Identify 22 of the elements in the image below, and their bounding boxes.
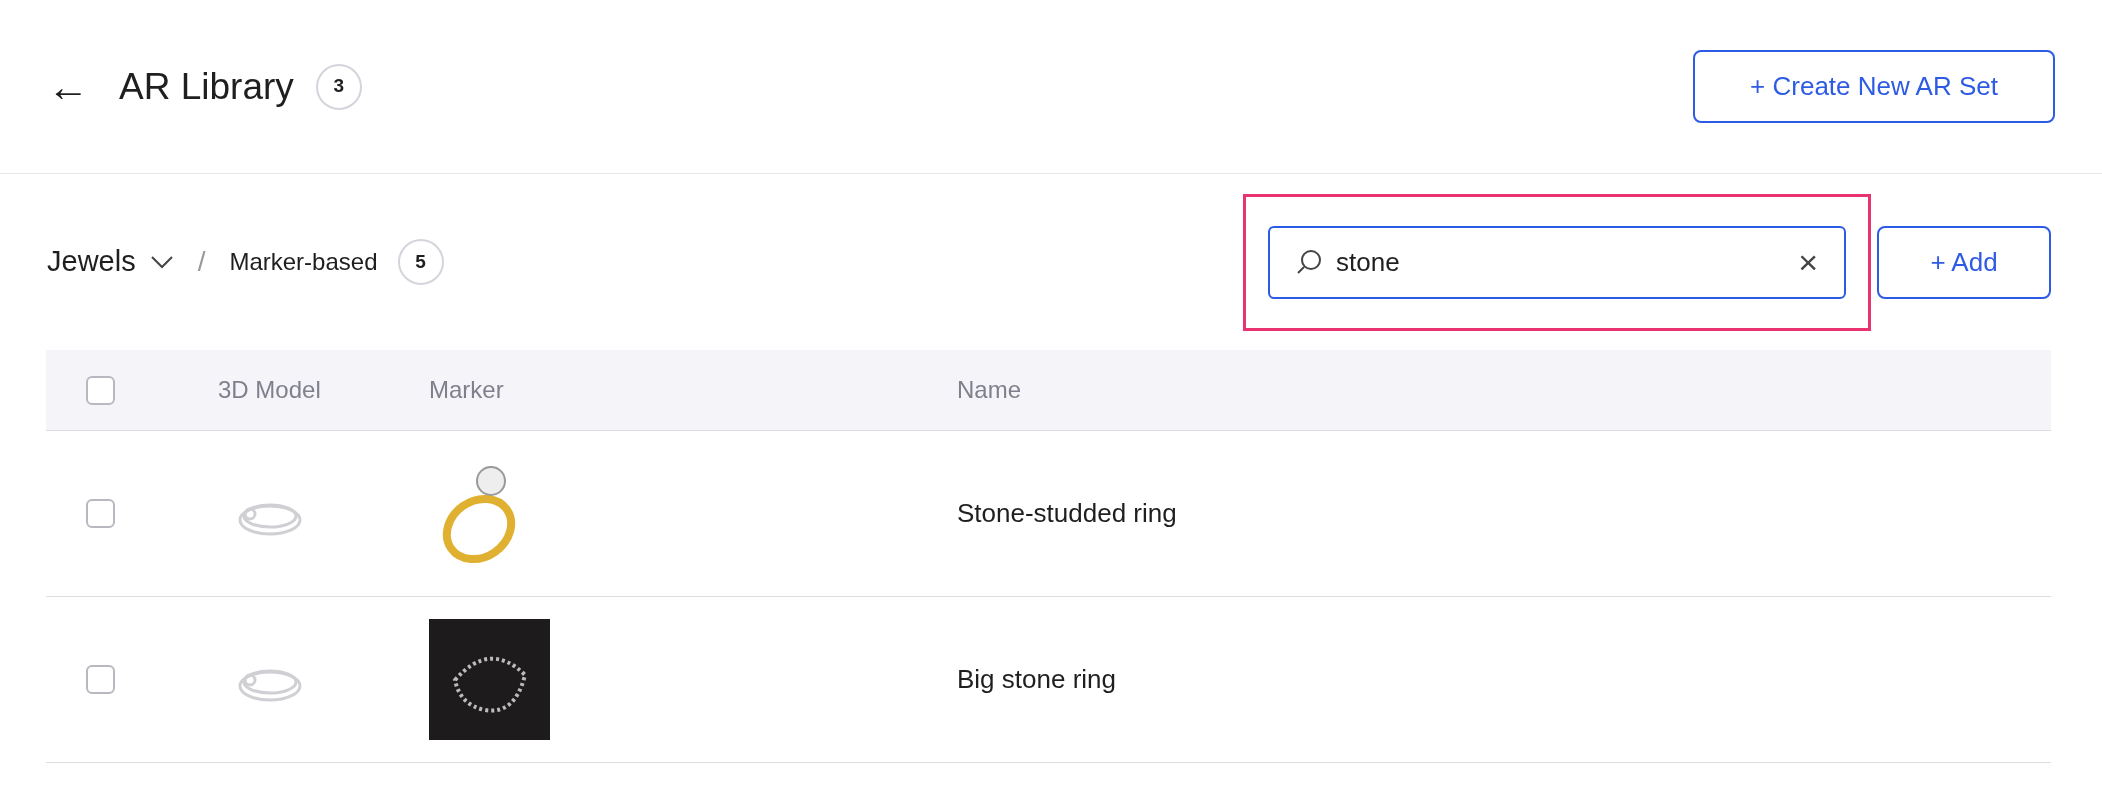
category-dropdown[interactable]: Jewels (47, 240, 174, 284)
chevron-down-icon (149, 255, 174, 269)
column-header: Name (957, 375, 1022, 405)
checkbox[interactable] (86, 375, 115, 405)
column-header: Marker (429, 375, 505, 405)
clear-button[interactable]: × (1798, 245, 1818, 279)
add-button[interactable]: + Add (1877, 225, 2051, 299)
create-ar-set-button[interactable]: + Create New AR Set (1693, 50, 2055, 123)
back-button[interactable]: ← (47, 65, 89, 108)
table-cell-text: Big stone ring (957, 663, 1116, 696)
table-cell-text: Stone-studded ring (957, 497, 1177, 530)
page-title: AR Library (119, 64, 294, 109)
search-value: stone (1336, 245, 1401, 279)
search-field[interactable]: stone × (1268, 225, 1846, 299)
column-header: 3D Model (218, 375, 322, 405)
checkbox[interactable] (86, 499, 115, 528)
subcategory-label: Marker-based (229, 247, 378, 277)
count-badge: 3 (315, 63, 362, 110)
search-icon (1296, 248, 1324, 276)
count-badge: 5 (397, 239, 444, 285)
breadcrumb-separator: / (197, 245, 206, 279)
checkbox[interactable] (86, 665, 115, 694)
